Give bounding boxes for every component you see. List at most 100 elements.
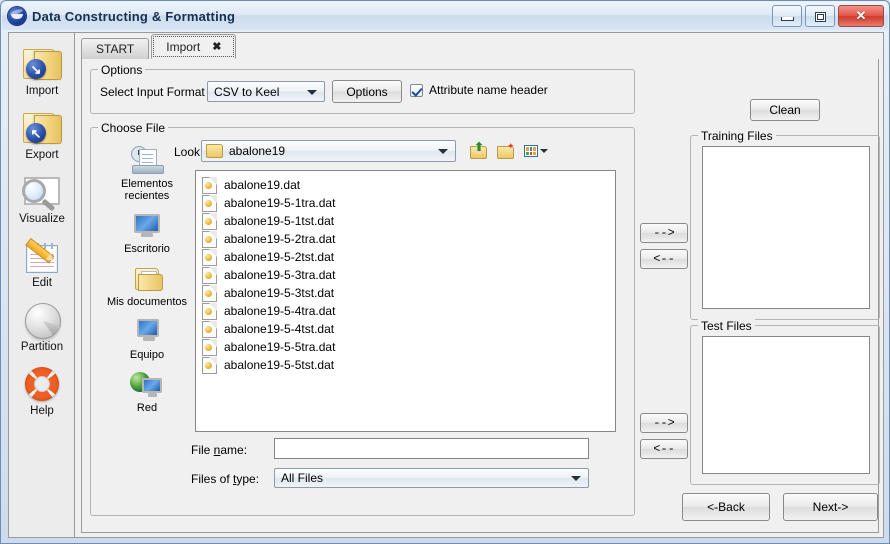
sidebar-item-partition[interactable]: Partition: [9, 295, 75, 359]
keel-logo-icon: [8, 7, 26, 25]
dat-file-icon: [202, 356, 217, 374]
window-body: ↘ Import ↖ Export Visualize Edit Partiti…: [8, 32, 884, 538]
maximize-button[interactable]: [805, 5, 835, 27]
file-list-item[interactable]: abalone19-5-2tra.dat: [196, 230, 615, 248]
file-name: abalone19-5-2tra.dat: [224, 232, 336, 246]
network-icon: [130, 370, 164, 400]
attribute-name-header-checkbox[interactable]: [410, 83, 423, 97]
next-button-label: Next->: [812, 500, 849, 514]
sidebar-item-edit[interactable]: Edit: [9, 231, 75, 295]
file-name: abalone19-5-3tra.dat: [224, 268, 336, 282]
dat-file-icon: [202, 338, 217, 356]
file-list-item[interactable]: abalone19-5-1tra.dat: [196, 194, 615, 212]
options-group: Options Select Input Format CSV to Keel …: [90, 63, 635, 114]
sidebar-item-label: Edit: [32, 277, 52, 289]
training-files-group: Training Files: [690, 129, 880, 320]
tab-label: START: [96, 42, 135, 56]
remove-test-file-button[interactable]: <--: [640, 439, 688, 459]
place-my-documents[interactable]: Mis documentos: [104, 258, 190, 311]
file-name: abalone19-5-4tra.dat: [224, 304, 336, 318]
file-list-item[interactable]: abalone19-5-4tst.dat: [196, 320, 615, 338]
file-list-item[interactable]: abalone19-5-4tra.dat: [196, 302, 615, 320]
dat-file-icon: [202, 194, 217, 212]
view-menu-icon[interactable]: [523, 142, 548, 160]
remove-training-file-button[interactable]: <--: [640, 249, 688, 269]
file-list-item[interactable]: abalone19.dat: [196, 176, 615, 194]
file-name: abalone19-5-2tst.dat: [224, 250, 335, 264]
window-title: Data Constructing & Formatting: [32, 8, 236, 24]
file-list-item[interactable]: abalone19-5-1tst.dat: [196, 212, 615, 230]
files-of-type-value: All Files: [281, 471, 324, 485]
input-format-combo[interactable]: CSV to Keel: [207, 81, 325, 102]
dat-file-icon: [202, 248, 217, 266]
import-folder-icon: ↘: [20, 43, 64, 83]
attribute-name-header-label: Attribute name header: [429, 83, 548, 97]
test-files-list[interactable]: [702, 336, 870, 474]
file-chooser-toolbar: ⬆ ✦: [469, 141, 548, 160]
add-training-file-label: -->: [653, 226, 675, 240]
dat-file-icon: [202, 212, 217, 230]
tab-start[interactable]: START: [81, 38, 150, 59]
sidebar-item-import[interactable]: ↘ Import: [9, 39, 75, 103]
back-button-label: <-Back: [707, 500, 745, 514]
file-name: abalone19-5-1tst.dat: [224, 214, 335, 228]
sidebar-item-label: Visualize: [19, 213, 65, 225]
close-button[interactable]: ✕: [838, 5, 884, 27]
up-one-level-icon[interactable]: ⬆: [469, 141, 487, 160]
file-list-item[interactable]: abalone19-5-2tst.dat: [196, 248, 615, 266]
sidebar-item-visualize[interactable]: Visualize: [9, 167, 75, 231]
sidebar-item-label: Help: [30, 405, 54, 417]
files-of-type-combo[interactable]: All Files: [274, 468, 589, 488]
file-name-input[interactable]: [274, 438, 589, 459]
files-of-type-label: Files of type:: [191, 472, 259, 486]
place-recent-items[interactable]: Elementos recientes: [104, 140, 190, 205]
sidebar-item-label: Export: [25, 149, 59, 161]
choose-file-group: Choose File Look in: abalone19 ⬆: [90, 121, 635, 516]
options-button-label: Options: [346, 84, 388, 99]
back-button[interactable]: <-Back: [682, 493, 770, 521]
add-test-file-label: -->: [653, 416, 675, 430]
next-button[interactable]: Next->: [783, 493, 878, 521]
place-desktop[interactable]: Escritorio: [104, 205, 190, 258]
add-test-file-button[interactable]: -->: [640, 413, 688, 433]
magnifier-screen-icon: [20, 171, 64, 212]
look-in-combo[interactable]: abalone19: [201, 140, 456, 162]
attribute-name-header-checkbox-row[interactable]: Attribute name header: [410, 83, 548, 97]
file-list-item[interactable]: abalone19-5-3tra.dat: [196, 266, 615, 284]
file-list-item[interactable]: abalone19-5-3tst.dat: [196, 284, 615, 302]
options-group-title: Options: [98, 63, 146, 77]
options-button[interactable]: Options: [332, 80, 402, 103]
tab-close-icon[interactable]: ✖: [212, 40, 221, 53]
new-folder-icon[interactable]: ✦: [496, 142, 515, 160]
files-of-type-label-pre: Files of: [191, 472, 234, 486]
clean-button[interactable]: Clean: [750, 99, 820, 121]
remove-training-file-label: <--: [653, 252, 675, 266]
file-name: abalone19-5-3tst.dat: [224, 286, 335, 300]
minimize-button[interactable]: [772, 5, 802, 27]
training-files-list[interactable]: [702, 146, 870, 309]
sidebar-item-help[interactable]: Help: [9, 359, 75, 423]
file-name: abalone19-5-5tra.dat: [224, 340, 336, 354]
chevron-down-icon: [307, 89, 317, 95]
left-sidebar: ↘ Import ↖ Export Visualize Edit Partiti…: [8, 32, 74, 538]
files-of-type-label-post: ype:: [236, 472, 260, 486]
file-name-label-pre: File: [191, 443, 214, 457]
dat-file-icon: [202, 266, 217, 284]
export-folder-icon: ↖: [20, 107, 64, 147]
tab-label: Import: [166, 39, 201, 54]
file-list[interactable]: abalone19.dat abalone19-5-1tra.dat abalo…: [195, 170, 616, 432]
file-name: abalone19-5-1tra.dat: [224, 196, 336, 210]
file-list-item[interactable]: abalone19-5-5tst.dat: [196, 356, 615, 374]
minimize-icon: [781, 17, 794, 21]
sidebar-item-export[interactable]: ↖ Export: [9, 103, 75, 167]
place-computer[interactable]: Equipo: [104, 311, 190, 364]
application-window: Data Constructing & Formatting ✕ ↘ Impor…: [0, 0, 890, 544]
file-list-item[interactable]: abalone19-5-5tra.dat: [196, 338, 615, 356]
add-training-file-button[interactable]: -->: [640, 223, 688, 243]
computer-icon: [130, 317, 164, 347]
place-network[interactable]: Red: [104, 364, 190, 417]
places-bar: Elementos recientes Escritorio Mis docum…: [104, 140, 190, 417]
file-name: abalone19-5-4tst.dat: [224, 322, 335, 336]
test-files-group: Test Files: [690, 319, 880, 485]
tab-import[interactable]: Import ✖: [151, 34, 237, 59]
